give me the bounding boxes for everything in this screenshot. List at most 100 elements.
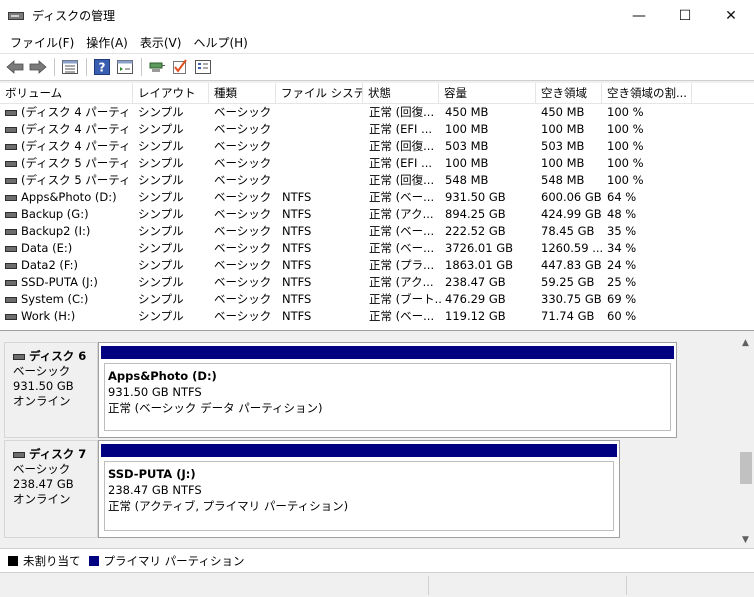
volume-name-text: Work (H:)	[21, 309, 76, 323]
back-arrow-icon[interactable]	[4, 56, 26, 78]
minimize-button[interactable]: —	[616, 0, 662, 31]
volume-list-rows: (ディスク 4 パーティシ...シンプルベーシック正常 (回復...450 MB…	[0, 104, 754, 325]
cell-layout: シンプル	[138, 275, 184, 289]
column-capacity[interactable]: 容量	[439, 83, 536, 104]
column-volume[interactable]: ボリューム	[0, 83, 133, 104]
volume-name-text: System (C:)	[21, 292, 89, 306]
column-filesystem[interactable]: ファイル システム	[276, 83, 363, 104]
volume-row[interactable]: Data2 (F:) シンプル ベーシック NTFS 正常 (プラ... 1863.01 …	[0, 257, 754, 274]
cell-status: 正常 (ベー...	[369, 224, 435, 238]
disk-6-partition-area[interactable]: Apps&Photo (D:) 931.50 GB NTFS 正常 (ベーシック…	[98, 342, 677, 438]
cell-file-system	[282, 121, 366, 138]
disk-7-size: 238.47 GB	[13, 477, 74, 491]
column-type[interactable]: 種類	[209, 83, 276, 104]
disk-icon	[13, 451, 25, 458]
cell-layout: シンプル	[138, 190, 184, 204]
cell-status: 正常 (回復...	[369, 139, 435, 153]
disk-7-title: ディスク 7	[29, 447, 87, 461]
cell-percent-free: 35 %	[607, 224, 637, 238]
disk-management-app-icon	[8, 9, 24, 23]
scroll-up-arrow-icon[interactable]: ▲	[737, 334, 754, 351]
cell-layout: シンプル	[138, 173, 184, 187]
cell-free-space: 447.83 GB	[541, 258, 602, 272]
volume-row[interactable]: Data (E:) シンプル ベーシック NTFS 正常 (ベー... 3726.01 G…	[0, 240, 754, 257]
cell-file-system: NTFS	[282, 292, 312, 306]
cell-volume-name: Data (E:)	[5, 240, 131, 257]
close-button[interactable]: ✕	[708, 0, 754, 31]
cell-layout: シンプル	[138, 258, 184, 272]
maximize-button[interactable]: ☐	[662, 0, 708, 31]
volume-icon	[5, 279, 17, 286]
volume-row[interactable]: (ディスク 5 パーティシ... シンプル ベーシック 正常 (回復... 548 MB…	[0, 172, 754, 189]
cell-capacity: 476.29 GB	[445, 292, 506, 306]
volume-row[interactable]: System (C:) シンプル ベーシック NTFS 正常 (ブート... 476.29…	[0, 291, 754, 308]
partition-ssd-puta[interactable]: SSD-PUTA (J:) 238.47 GB NTFS 正常 (アクティブ, …	[104, 461, 614, 531]
cell-volume-name: Backup (G:)	[5, 206, 131, 223]
volume-row[interactable]: Backup (G:) シンプル ベーシック NTFS 正常 (アク... 894.25 …	[0, 206, 754, 223]
cell-percent-free: 100 %	[607, 156, 644, 170]
disk-icon	[13, 353, 25, 360]
cell-type: ベーシック	[214, 173, 272, 187]
scroll-down-arrow-icon[interactable]: ▼	[737, 531, 754, 548]
volume-row[interactable]: Apps&Photo (D:) シンプル ベーシック NTFS 正常 (ベー... 931…	[0, 189, 754, 206]
legend-primary-partition: プライマリ パーティション	[103, 553, 245, 568]
scrollbar-thumb[interactable]	[740, 452, 752, 484]
disk-6-name: ディスク 6	[13, 349, 97, 364]
partition-apps-photo[interactable]: Apps&Photo (D:) 931.50 GB NTFS 正常 (ベーシック…	[104, 363, 671, 431]
forward-arrow-icon[interactable]	[27, 56, 49, 78]
column-layout[interactable]: レイアウト	[133, 83, 209, 104]
cell-layout: シンプル	[138, 292, 184, 306]
cell-free-space: 59.25 GB	[541, 275, 595, 289]
menu-file[interactable]: ファイル(F)	[4, 34, 80, 51]
partition-size: 931.50 GB NTFS	[108, 385, 202, 399]
volume-row[interactable]: SSD-PUTA (J:) シンプル ベーシック NTFS 正常 (アク... 238.4…	[0, 274, 754, 291]
cell-file-system: NTFS	[282, 224, 312, 238]
volume-row[interactable]: Backup2 (I:) シンプル ベーシック NTFS 正常 (ベー... 222.52…	[0, 223, 754, 240]
disk-list-icon[interactable]	[59, 56, 81, 78]
disk-6-label[interactable]: ディスク 6 ベーシック 931.50 GB オンライン	[4, 342, 98, 438]
toolbar-separator	[54, 58, 55, 76]
column-status[interactable]: 状態	[363, 83, 439, 104]
cell-type: ベーシック	[214, 105, 272, 119]
volume-icon	[5, 296, 17, 303]
volume-name-text: (ディスク 4 パーティシ...	[21, 105, 131, 119]
disk-7-partition-area[interactable]: SSD-PUTA (J:) 238.47 GB NTFS 正常 (アクティブ, …	[98, 440, 620, 538]
properties-icon[interactable]	[114, 56, 136, 78]
menu-view[interactable]: 表示(V)	[134, 34, 188, 51]
volume-row[interactable]: (ディスク 4 パーティシ... シンプル ベーシック 正常 (回復... 503 MB…	[0, 138, 754, 155]
volume-list: ボリューム レイアウト 種類 ファイル システム 状態 容量 空き領域 空き領域…	[0, 83, 754, 331]
status-pane	[626, 576, 754, 595]
help-icon[interactable]: ?	[91, 56, 113, 78]
volume-row[interactable]: (ディスク 4 パーティシ... シンプル ベーシック 正常 (回復... 450 MB…	[0, 104, 754, 121]
connect-icon[interactable]	[146, 56, 168, 78]
cell-percent-free: 60 %	[607, 309, 637, 323]
cell-free-space: 548 MB	[541, 173, 585, 187]
disk-7-label[interactable]: ディスク 7 ベーシック 238.47 GB オンライン	[4, 440, 98, 538]
cell-type: ベーシック	[214, 258, 272, 272]
volume-row[interactable]: (ディスク 4 パーティシ... シンプル ベーシック 正常 (EFI ... 100 …	[0, 121, 754, 138]
cell-free-space: 100 MB	[541, 122, 585, 136]
cell-capacity: 894.25 GB	[445, 207, 506, 221]
cell-type: ベーシック	[214, 190, 272, 204]
volume-row[interactable]: (ディスク 5 パーティシ... シンプル ベーシック 正常 (EFI ... 100 …	[0, 155, 754, 172]
cell-status: 正常 (EFI ...	[369, 122, 433, 136]
cell-layout: シンプル	[138, 241, 184, 255]
cell-file-system: NTFS	[282, 309, 312, 323]
cell-volume-name: SSD-PUTA (J:)	[5, 274, 131, 291]
column-percent-free[interactable]: 空き領域の割...	[602, 83, 692, 104]
volume-row[interactable]: Work (H:) シンプル ベーシック NTFS 正常 (ベー... 119.12 GB…	[0, 308, 754, 325]
volume-name-text: SSD-PUTA (J:)	[21, 275, 98, 289]
cell-free-space: 71.74 GB	[541, 309, 595, 323]
cell-status: 正常 (回復...	[369, 105, 435, 119]
settings-icon[interactable]	[192, 56, 214, 78]
column-free-space[interactable]: 空き領域	[536, 83, 602, 104]
cell-layout: シンプル	[138, 207, 184, 221]
graphical-view-scrollbar[interactable]: ▲ ▼	[737, 334, 754, 548]
cell-type: ベーシック	[214, 292, 272, 306]
cell-file-system	[282, 138, 366, 155]
partition-name: Apps&Photo (D:)	[108, 369, 217, 383]
cell-status: 正常 (ベー...	[369, 309, 435, 323]
check-icon[interactable]	[169, 56, 191, 78]
menu-action[interactable]: 操作(A)	[80, 34, 134, 51]
menu-help[interactable]: ヘルプ(H)	[187, 34, 253, 51]
